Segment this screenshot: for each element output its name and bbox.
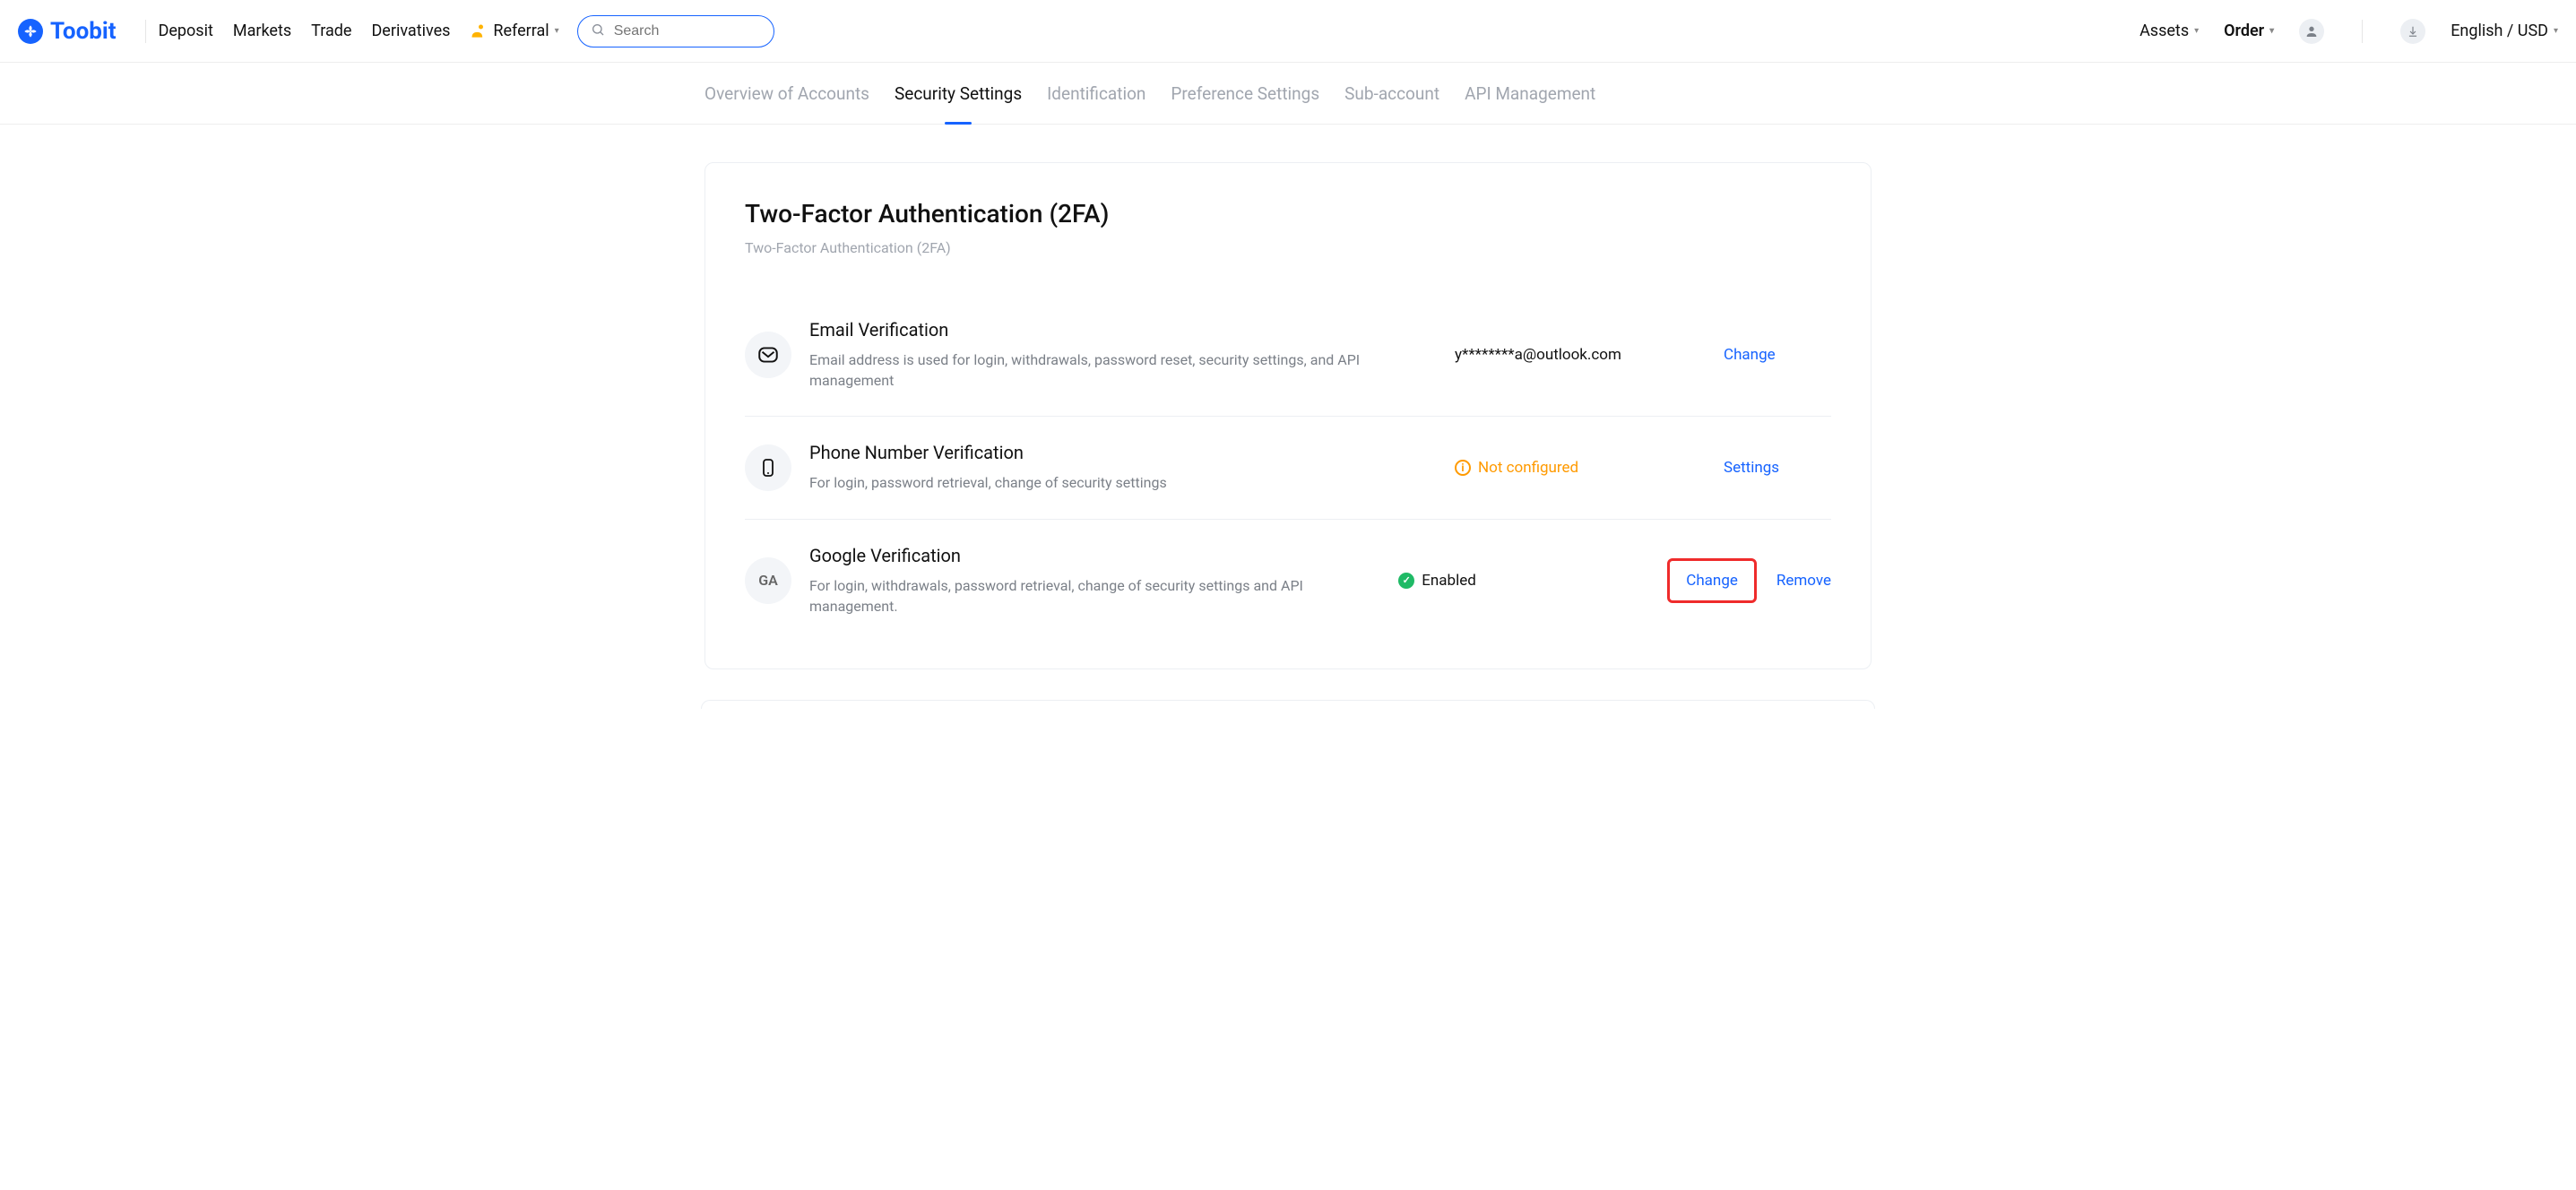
order-label: Order [2224,22,2264,40]
nav-markets[interactable]: Markets [233,22,291,40]
row-email-verification: Email Verification Email address is used… [745,294,1831,416]
row-desc: For login, withdrawals, password retriev… [809,575,1380,617]
google-status-value: Enabled [1422,572,1476,590]
ga-icon-text: GA [758,572,778,589]
top-header: Toobit Deposit Markets Trade Derivatives… [0,0,2576,63]
subnav-preference-settings[interactable]: Preference Settings [1171,63,1319,124]
row-phone-verification: Phone Number Verification For login, pas… [745,416,1831,518]
google-change-button[interactable]: Change [1667,558,1757,603]
account-subnav: Overview of Accounts Security Settings I… [701,63,1875,124]
row-google-verification: GA Google Verification For login, withdr… [745,519,1831,642]
twofa-card: Two-Factor Authentication (2FA) Two-Fact… [705,162,1871,669]
row-actions: Change [1724,346,1776,364]
twofa-rows: Email Verification Email address is used… [745,294,1831,642]
email-change-button[interactable]: Change [1724,346,1776,364]
primary-nav: Deposit Markets Trade Derivatives Referr… [159,22,559,40]
warning-icon: i [1455,460,1471,476]
assets-label: Assets [2139,22,2189,40]
phone-status-value: Not configured [1478,459,1578,477]
divider [2362,20,2363,43]
brand[interactable]: Toobit [18,18,117,45]
subnav-api-management[interactable]: API Management [1465,63,1595,124]
user-avatar-icon[interactable] [2299,19,2324,44]
check-icon: ✓ [1398,573,1414,589]
subnav-identification[interactable]: Identification [1047,63,1145,124]
phone-icon [745,444,791,491]
row-status: y********a@outlook.com [1455,346,1706,364]
language-currency-dropdown[interactable]: English / USD ▾ [2451,22,2558,40]
right-nav: Assets ▾ Order ▾ English / USD ▾ [2139,19,2558,44]
nav-referral[interactable]: Referral ▾ [470,22,558,40]
chevron-down-icon: ▾ [2554,26,2558,36]
row-title: Email Verification [809,319,1437,341]
nav-deposit[interactable]: Deposit [159,22,213,40]
nav-derivatives[interactable]: Derivatives [371,22,450,40]
chevron-down-icon: ▾ [2194,26,2199,36]
row-main: Email Verification Email address is used… [809,319,1437,391]
page-content: Two-Factor Authentication (2FA) Two-Fact… [701,162,1875,669]
subnav-sub-account[interactable]: Sub-account [1344,63,1439,124]
brand-name: Toobit [50,18,117,45]
subnav-security-settings[interactable]: Security Settings [895,63,1022,124]
referral-icon [470,22,488,40]
next-section-peek [701,700,1875,709]
search-input[interactable] [614,23,761,39]
row-main: Google Verification For login, withdrawa… [809,545,1380,617]
card-subtitle: Two-Factor Authentication (2FA) [745,239,1831,256]
assets-dropdown[interactable]: Assets ▾ [2139,22,2199,40]
row-actions: Settings [1724,459,1779,477]
account-subnav-wrap: Overview of Accounts Security Settings I… [0,63,2576,125]
google-remove-button[interactable]: Remove [1776,572,1831,590]
nav-referral-label: Referral [493,22,549,40]
row-status: i Not configured [1455,459,1706,477]
email-masked-value: y********a@outlook.com [1455,346,1621,364]
card-title: Two-Factor Authentication (2FA) [745,199,1831,229]
order-dropdown[interactable]: Order ▾ [2224,22,2274,40]
row-title: Google Verification [809,545,1380,566]
subnav-overview[interactable]: Overview of Accounts [705,63,869,124]
row-status: ✓ Enabled [1398,572,1649,590]
email-icon [745,332,791,378]
brand-logo-icon [18,19,43,44]
chevron-down-icon: ▾ [2269,26,2274,36]
phone-settings-button[interactable]: Settings [1724,459,1779,477]
nav-trade[interactable]: Trade [311,22,351,40]
row-title: Phone Number Verification [809,442,1437,463]
chevron-down-icon: ▾ [555,26,559,36]
divider [145,20,146,43]
row-actions: Change Remove [1667,558,1831,603]
google-auth-icon: GA [745,557,791,604]
row-desc: For login, password retrieval, change of… [809,472,1437,493]
lang-label: English / USD [2451,22,2548,40]
download-icon[interactable] [2400,19,2425,44]
search-input-wrap[interactable] [577,15,774,47]
search-icon [591,22,605,40]
row-desc: Email address is used for login, withdra… [809,349,1437,391]
row-main: Phone Number Verification For login, pas… [809,442,1437,493]
